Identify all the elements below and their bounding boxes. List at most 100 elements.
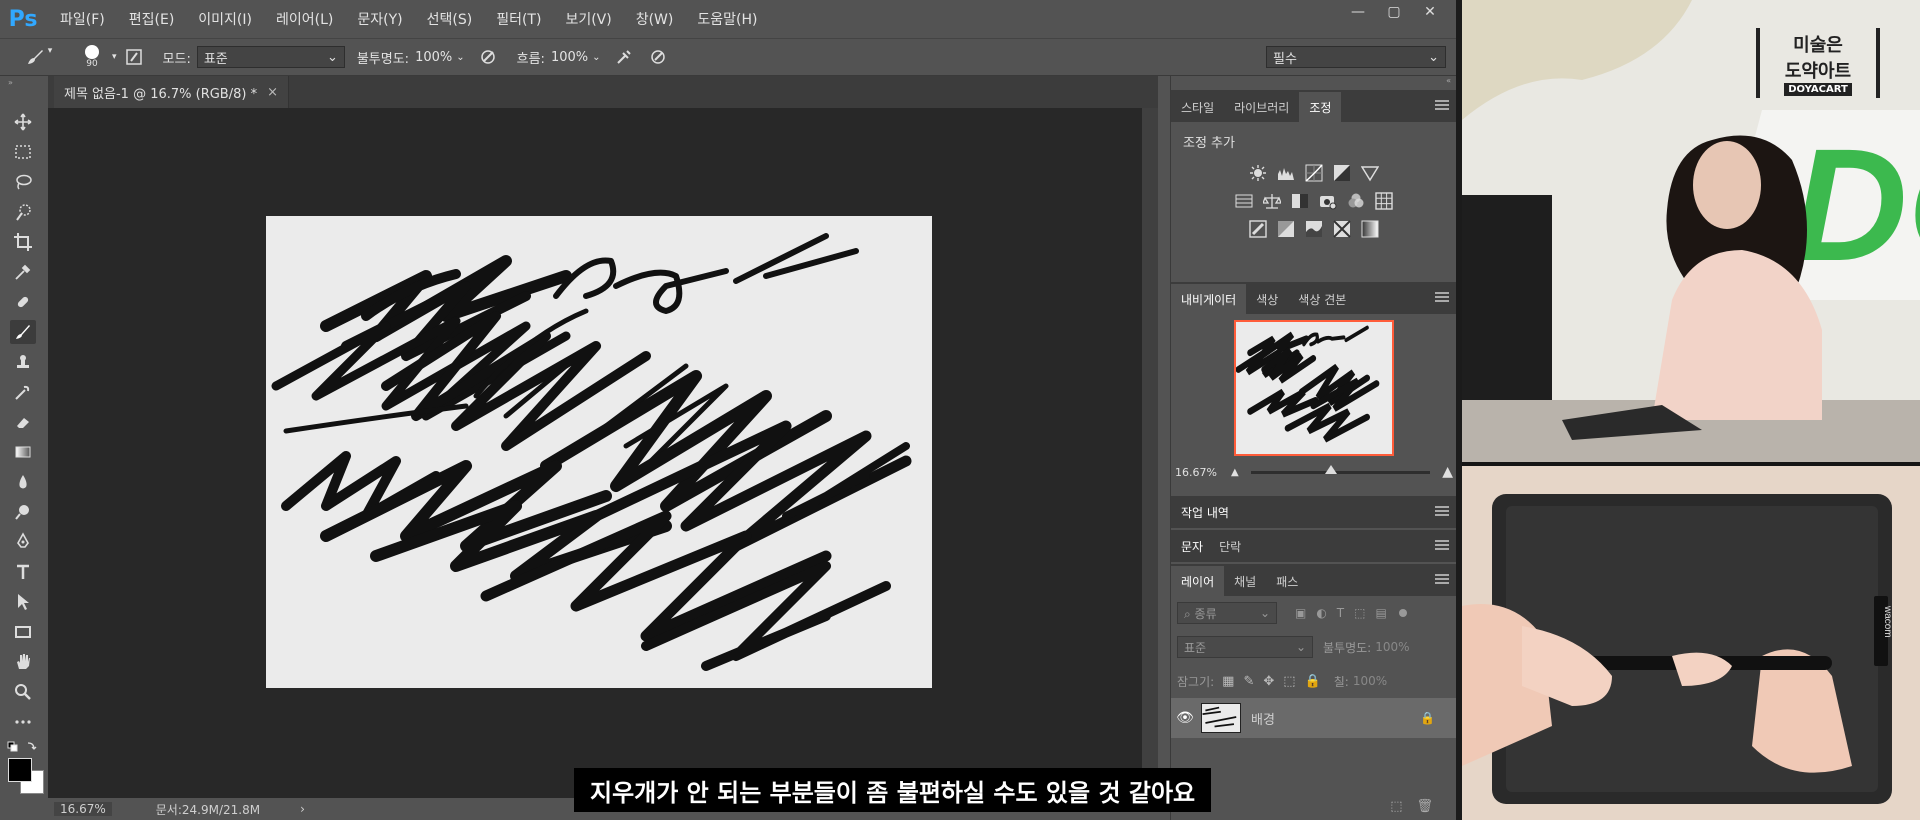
clone-stamp-tool-icon[interactable] [10,350,36,374]
lock-icons[interactable]: ▦✎✥⬚🔒 [1222,674,1330,689]
menu-type[interactable]: 문자(Y) [345,9,414,29]
brush-panel-toggle-icon[interactable] [125,48,143,66]
airbrush-icon[interactable] [615,48,633,66]
canvas-document[interactable] [266,216,932,688]
tab-history[interactable]: 작업 내역 [1181,504,1229,521]
vertical-scrollbar[interactable] [1142,108,1158,798]
menu-view[interactable]: 보기(V) [553,9,623,29]
minimize-button[interactable]: — [1340,0,1376,24]
expand-panels-icon[interactable]: « [1446,76,1451,85]
tab-layers[interactable]: 레이어 [1171,566,1225,596]
menu-filter[interactable]: 필터(T) [484,9,553,29]
brush-picker-chevron-icon[interactable]: ▾ [112,52,117,62]
opacity-chevron-icon[interactable]: ⌄ [456,52,464,63]
zoom-out-icon[interactable]: ▲ [1231,467,1239,478]
gradient-map-icon[interactable] [1360,219,1380,239]
tab-paths[interactable]: 패스 [1266,566,1308,596]
menu-window[interactable]: 창(W) [624,9,686,29]
menu-image[interactable]: 이미지(I) [186,9,264,29]
zoom-tool-icon[interactable] [10,680,36,704]
menu-layer[interactable]: 레이어(L) [264,9,345,29]
brightness-icon[interactable] [1248,163,1268,183]
workspace-select[interactable]: 필수 ⌄ [1266,46,1446,68]
navigator-zoom-slider[interactable] [1250,464,1431,474]
posterize-icon[interactable] [1276,219,1296,239]
type-tool-icon[interactable] [10,560,36,584]
eraser-tool-icon[interactable] [10,410,36,434]
flow-chevron-icon[interactable]: ⌄ [592,52,600,63]
exposure-icon[interactable] [1332,163,1352,183]
vibrance-icon[interactable] [1360,163,1380,183]
eyedropper-tool-icon[interactable] [10,260,36,284]
tab-libraries[interactable]: 라이브러리 [1224,92,1299,122]
panel-menu-icon[interactable] [1435,574,1449,584]
quick-select-tool-icon[interactable] [10,200,36,224]
tab-paragraph[interactable]: 단락 [1219,538,1241,555]
history-panel-tab[interactable]: 작업 내역 [1171,496,1457,528]
threshold-icon[interactable] [1304,219,1324,239]
path-select-tool-icon[interactable] [10,590,36,614]
layer-filter-select[interactable]: ⌕ 종류 ⌄ [1177,602,1277,624]
tab-character[interactable]: 문자 [1181,538,1203,555]
brush-tool-preset-icon[interactable]: ▾ [20,46,56,68]
invert-icon[interactable] [1248,219,1268,239]
close-tab-icon[interactable]: × [267,85,278,100]
panel-menu-icon[interactable] [1435,100,1449,110]
menu-select[interactable]: 선택(S) [415,9,485,29]
flow-value[interactable]: 100% [551,50,588,65]
layer-name[interactable]: 배경 [1251,709,1275,728]
curves-icon[interactable] [1304,163,1324,183]
panel-collapse-icon[interactable]: » [8,78,13,87]
fill-value[interactable]: 100% [1353,674,1387,688]
more-tools-icon[interactable] [10,710,36,734]
hand-tool-icon[interactable] [10,650,36,674]
color-balance-icon[interactable] [1262,191,1282,211]
pressure-opacity-icon[interactable] [479,48,497,66]
navigator-preview[interactable] [1234,320,1394,456]
lock-icon[interactable]: 🔒 [1420,711,1435,725]
pressure-size-icon[interactable] [649,48,667,66]
panel-menu-icon[interactable] [1435,506,1449,516]
layer-footer-icons[interactable]: ⬚🗑 [1390,799,1447,814]
rectangle-tool-icon[interactable] [10,620,36,644]
marquee-tool-icon[interactable] [10,140,36,164]
status-zoom[interactable]: 16.67% [54,802,112,816]
tab-channels[interactable]: 채널 [1224,566,1266,596]
healing-brush-tool-icon[interactable] [10,290,36,314]
history-brush-tool-icon[interactable] [10,380,36,404]
blur-tool-icon[interactable] [10,470,36,494]
document-tab[interactable]: 제목 없음-1 @ 16.7% (RGB/8) * × [54,76,289,108]
default-colors-icon[interactable] [6,740,40,756]
layer-filter-icons[interactable]: ▣◐T⬚▤ [1295,606,1397,620]
close-button[interactable]: ✕ [1412,0,1448,24]
layer-opacity-value[interactable]: 100% [1375,640,1409,654]
crop-tool-icon[interactable] [10,230,36,254]
black-white-icon[interactable] [1290,191,1310,211]
foreground-color-swatch[interactable] [8,758,32,782]
tab-color[interactable]: 색상 [1246,284,1288,314]
eye-icon[interactable]: 👁 [1176,710,1194,726]
menu-file[interactable]: 파일(F) [48,9,117,29]
brush-tool-icon[interactable] [10,320,36,344]
levels-icon[interactable] [1276,163,1296,183]
move-tool-icon[interactable] [10,110,36,134]
filter-toggle-icon[interactable] [1398,609,1407,617]
zoom-in-icon[interactable]: ▲ [1442,464,1453,480]
maximize-button[interactable]: ▢ [1376,0,1412,24]
photo-filter-icon[interactable] [1318,191,1338,211]
color-lookup-icon[interactable] [1374,191,1394,211]
zoom-slider-thumb[interactable] [1325,464,1338,474]
status-menu-arrow-icon[interactable]: › [300,802,305,816]
menu-edit[interactable]: 편집(E) [117,9,187,29]
channel-mixer-icon[interactable] [1346,191,1366,211]
tab-swatches[interactable]: 색상 견본 [1288,284,1356,314]
layer-row-background[interactable]: 👁 배경 🔒 [1171,698,1457,738]
tab-navigator[interactable]: 내비게이터 [1171,284,1247,314]
opacity-value[interactable]: 100% [415,50,452,65]
tab-adjustments[interactable]: 조정 [1299,92,1342,122]
panel-menu-icon[interactable] [1435,292,1449,302]
navigator-zoom-value[interactable]: 16.67% [1175,466,1217,479]
gradient-tool-icon[interactable] [10,440,36,464]
mode-select[interactable]: 표준 ⌄ [196,46,345,68]
lasso-tool-icon[interactable] [10,170,36,194]
